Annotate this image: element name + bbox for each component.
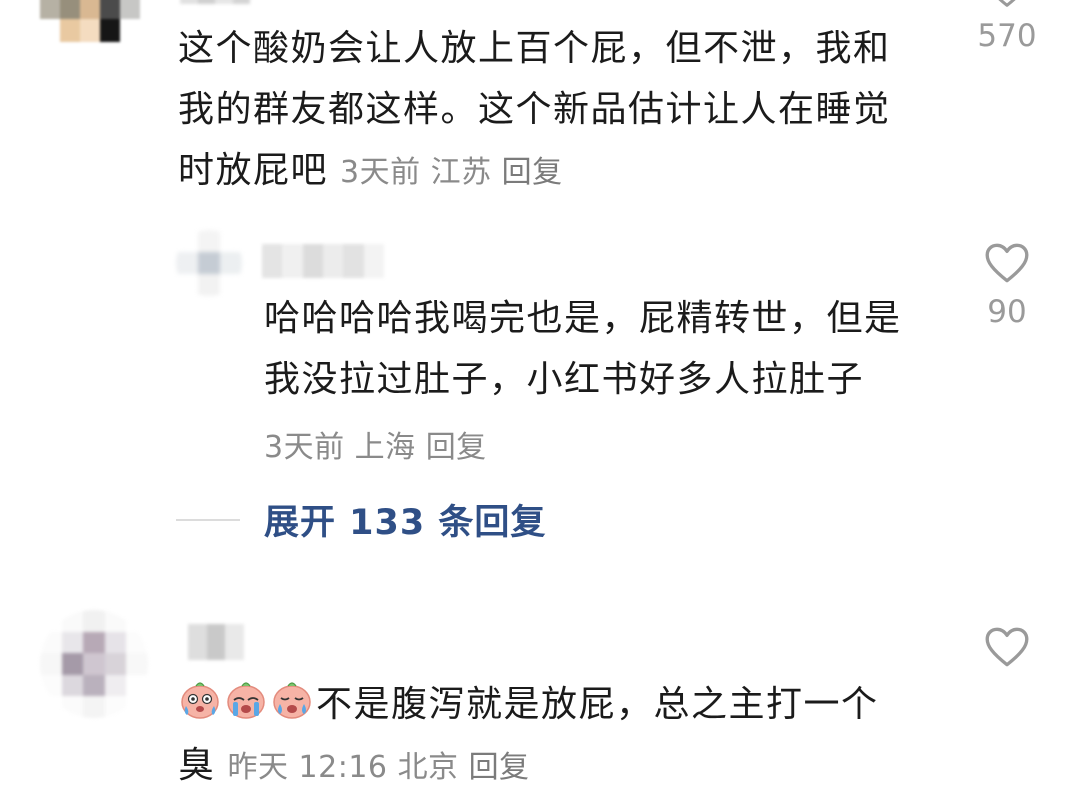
like-count: 570: [977, 18, 1037, 54]
reply-button[interactable]: 回复: [469, 750, 530, 785]
like-button[interactable]: [962, 622, 1052, 672]
username[interactable]: [262, 244, 384, 278]
username[interactable]: [180, 0, 250, 4]
comment-line: 不是腹泻就是放屁，总之主打一个: [316, 684, 879, 725]
comment-location: 北京: [397, 750, 459, 785]
comment-time: 3天前: [264, 430, 345, 465]
comment-location: 江苏: [430, 155, 492, 190]
comment-line: 我没拉过肚子，小红书好多人拉肚子: [264, 359, 865, 400]
like-button[interactable]: 90: [962, 238, 1052, 330]
heart-outline-icon: [985, 243, 1029, 283]
comment-line-last: 臭昨天 12:16 北京 回复: [178, 735, 879, 797]
username[interactable]: [188, 624, 244, 660]
crying-emoji-icon: [224, 682, 270, 725]
comment-thread: 570 这个酸奶会让人放上百个屁，但不泄，我和 我的群友都这样。这个新品估计让人…: [0, 0, 1080, 797]
comment-line: 臭: [178, 745, 216, 786]
avatar[interactable]: [176, 230, 242, 296]
like-button[interactable]: 570: [962, 0, 1052, 54]
comment-text: 不是腹泻就是放屁，总之主打一个 臭昨天 12:16 北京 回复: [178, 674, 879, 797]
expand-replies[interactable]: 展开 133 条回复: [176, 494, 546, 545]
comment-meta: 昨天 12:16 北京 回复: [228, 750, 530, 785]
avatar[interactable]: [40, 0, 140, 42]
divider: [176, 518, 240, 521]
heart-outline-icon: [985, 627, 1029, 667]
comment-line: 这个酸奶会让人放上百个屁，但不泄，我和: [178, 28, 891, 69]
comment-location: 上海: [354, 430, 416, 465]
expand-replies-label[interactable]: 展开 133 条回复: [264, 494, 546, 545]
comment-meta: 3天前 上海 回复: [264, 422, 487, 466]
comment-line-first: 不是腹泻就是放屁，总之主打一个: [178, 674, 879, 735]
comment-line-last: 时放屁吧 3天前 江苏 回复: [178, 140, 891, 203]
heart-outline-icon: [998, 0, 1016, 7]
comment-time: 3天前: [340, 155, 421, 190]
comment-time: 昨天 12:16: [227, 750, 388, 785]
comment-meta: 3天前 江苏 回复: [340, 155, 563, 190]
reply-text: 哈哈哈哈我喝完也是，屁精转世，但是 我没拉过肚子，小红书好多人拉肚子: [264, 288, 902, 410]
like-count: 90: [987, 294, 1027, 330]
comment-line: 我的群友都这样。这个新品估计让人在睡觉: [178, 89, 891, 130]
comment-line: 时放屁吧: [178, 150, 329, 191]
avatar[interactable]: [40, 610, 148, 718]
crying-emoji-icon: [178, 682, 224, 725]
comment-line: 哈哈哈哈我喝完也是，屁精转世，但是: [264, 298, 902, 339]
crying-emoji-icon: [270, 682, 316, 725]
comment-text: 这个酸奶会让人放上百个屁，但不泄，我和 我的群友都这样。这个新品估计让人在睡觉 …: [178, 18, 891, 203]
reply-button[interactable]: 回复: [502, 155, 563, 190]
reply-button[interactable]: 回复: [426, 430, 487, 465]
